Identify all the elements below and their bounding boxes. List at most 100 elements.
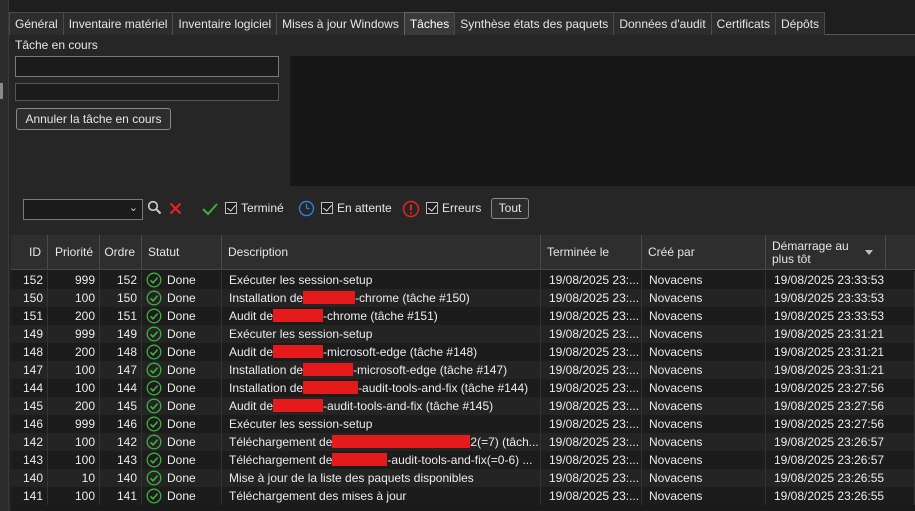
cell-created-by: Novacens xyxy=(642,361,766,379)
description-suffix: 2(=7) (tâch... xyxy=(470,435,539,449)
status-text: Done xyxy=(167,345,196,359)
table-row[interactable]: 141 100 141 Done Téléchargement des mises à … xyxy=(11,487,915,505)
cell-description: Installation de -microsoft-edge (tâche #1… xyxy=(222,361,541,379)
cell-finished: 19/08/2025 23:... xyxy=(541,487,642,505)
description-suffix: -audit-tools-and-fix(=0-6) ... xyxy=(387,453,533,467)
cell-priority: 100 xyxy=(48,379,100,397)
description-text: Audit de xyxy=(229,345,274,359)
status-text: Done xyxy=(167,309,196,323)
clear-filter-icon[interactable] xyxy=(168,201,183,216)
erreurs-label: Erreurs xyxy=(442,201,482,215)
tab-tasks[interactable]: Tâches xyxy=(403,12,456,35)
description-suffix: -chrome (tâche #150) xyxy=(355,291,470,305)
cell-created-by: Novacens xyxy=(642,307,766,325)
task-log-area[interactable] xyxy=(290,56,915,186)
cell-created-by: Novacens xyxy=(642,271,766,289)
clock-icon xyxy=(298,200,315,217)
cell-finished: 19/08/2025 23:... xyxy=(541,415,642,433)
table-row[interactable]: 143 100 143 Done Téléchargement de -audit-too… xyxy=(11,451,915,469)
tab-package-status[interactable]: Synthèse états des paquets xyxy=(454,12,615,35)
cell-start-earliest: 19/08/2025 23:27:56 xyxy=(766,415,915,433)
cell-id: 143 xyxy=(11,451,48,469)
cell-start-earliest: 19/08/2025 23:27:56 xyxy=(766,379,915,397)
done-status-icon xyxy=(146,272,162,288)
cancel-current-task-button[interactable]: Annuler la tâche en cours xyxy=(16,108,171,130)
cell-start-earliest: 19/08/2025 23:31:21 xyxy=(766,325,915,343)
cell-id: 142 xyxy=(11,433,48,451)
tasks-table[interactable]: ID Priorité Ordre Statut Description Ter… xyxy=(11,235,915,511)
table-row[interactable]: 147 100 147 Done Installation de -microsoft-e… xyxy=(11,361,915,379)
cell-priority: 100 xyxy=(48,361,100,379)
redaction-block xyxy=(303,363,354,376)
column-header-start-earliest[interactable]: Démarrage au plus tôt xyxy=(766,235,886,270)
cell-finished: 19/08/2025 23:... xyxy=(541,397,642,415)
cell-description: Exécuter les session-setup xyxy=(222,415,541,433)
tab-audit-data[interactable]: Données d'audit xyxy=(613,12,712,35)
description-text: Exécuter les session-setup xyxy=(229,417,373,431)
tab-windows-updates[interactable]: Mises à jour Windows xyxy=(276,12,405,35)
table-row[interactable]: 142 100 142 Done Téléchargement de 2(=7) (tâc… xyxy=(11,433,915,451)
en-attente-label: En attente xyxy=(337,201,392,215)
done-status-icon xyxy=(146,416,162,432)
table-row[interactable]: 152 999 152 Done Exécuter les session-setup 1… xyxy=(11,271,915,289)
column-header-description[interactable]: Description xyxy=(222,235,541,270)
cell-priority: 100 xyxy=(48,487,100,505)
column-header-order[interactable]: Ordre xyxy=(100,235,142,270)
description-suffix: -audit-tools-and-fix (tâche #145) xyxy=(323,399,494,413)
cell-finished: 19/08/2025 23:... xyxy=(541,361,642,379)
status-text: Done xyxy=(167,363,196,377)
cell-id: 145 xyxy=(11,397,48,415)
cell-description: Exécuter les session-setup xyxy=(222,325,541,343)
redaction-block xyxy=(273,399,324,412)
column-header-created-by[interactable]: Créé par xyxy=(642,235,766,270)
column-header-priority[interactable]: Priorité xyxy=(48,235,100,270)
search-icon[interactable] xyxy=(147,200,162,215)
cell-id: 147 xyxy=(11,361,48,379)
cell-finished: 19/08/2025 23:... xyxy=(541,469,642,487)
left-strip-marker xyxy=(0,83,3,99)
en-attente-checkbox[interactable] xyxy=(321,202,333,214)
table-row[interactable]: 148 200 148 Done Audit de -microsoft-edge (tâ… xyxy=(11,343,915,361)
cell-description: Mise à jour de la liste des paquets disp… xyxy=(222,469,541,487)
tab-software-inventory[interactable]: Inventaire logiciel xyxy=(172,12,278,35)
cell-description: Exécuter les session-setup xyxy=(222,271,541,289)
tab-repositories[interactable]: Dépôts xyxy=(775,12,826,35)
cell-description: Téléchargement de -audit-tools-and-fix(=0… xyxy=(222,451,541,469)
termine-checkbox[interactable] xyxy=(225,202,237,214)
done-status-icon xyxy=(146,452,162,468)
cell-order: 144 xyxy=(100,379,142,397)
tab-general[interactable]: Général xyxy=(9,12,64,35)
column-header-finished[interactable]: Terminée le xyxy=(541,235,642,270)
cell-priority: 100 xyxy=(48,433,100,451)
table-row[interactable]: 146 999 146 Done Exécuter les session-setup 1… xyxy=(11,415,915,433)
filter-combo[interactable]: ⌄ xyxy=(23,199,143,220)
table-row[interactable]: 140 10 140 Done Mise à jour de la liste des … xyxy=(11,469,915,487)
cell-created-by: Novacens xyxy=(642,289,766,307)
table-row[interactable]: 144 100 144 Done Installation de -audit-tools… xyxy=(11,379,915,397)
cell-description: Installation de -audit-tools-and-fix (tâc… xyxy=(222,379,541,397)
tab-hardware-inventory[interactable]: Inventaire matériel xyxy=(62,12,174,35)
cell-finished: 19/08/2025 23:... xyxy=(541,271,642,289)
column-header-id[interactable]: ID xyxy=(11,235,48,270)
column-header-status[interactable]: Statut xyxy=(142,235,222,270)
cell-order: 142 xyxy=(100,433,142,451)
cell-start-earliest: 19/08/2025 23:27:56 xyxy=(766,397,915,415)
current-task-field[interactable] xyxy=(15,56,279,77)
cell-priority: 999 xyxy=(48,325,100,343)
table-row[interactable]: 149 999 149 Done Exécuter les session-setup 1… xyxy=(11,325,915,343)
cell-finished: 19/08/2025 23:... xyxy=(541,307,642,325)
tab-certificates[interactable]: Certificats xyxy=(710,12,777,35)
done-check-icon xyxy=(202,203,218,216)
redaction-block xyxy=(303,291,356,304)
cell-start-earliest: 19/08/2025 23:31:21 xyxy=(766,343,915,361)
table-row[interactable]: 145 200 145 Done Audit de -audit-tools-and-fi… xyxy=(11,397,915,415)
table-row[interactable]: 150 100 150 Done Installation de -chrome (tâc… xyxy=(11,289,915,307)
done-status-icon xyxy=(146,344,162,360)
tout-button[interactable]: Tout xyxy=(491,198,529,219)
cell-order: 149 xyxy=(100,325,142,343)
cell-description: Audit de -chrome (tâche #151) xyxy=(222,307,541,325)
status-text: Done xyxy=(167,489,196,503)
table-row[interactable]: 151 200 151 Done Audit de -chrome (tâche #151… xyxy=(11,307,915,325)
erreurs-checkbox[interactable] xyxy=(426,202,438,214)
description-text: Exécuter les session-setup xyxy=(229,327,373,341)
